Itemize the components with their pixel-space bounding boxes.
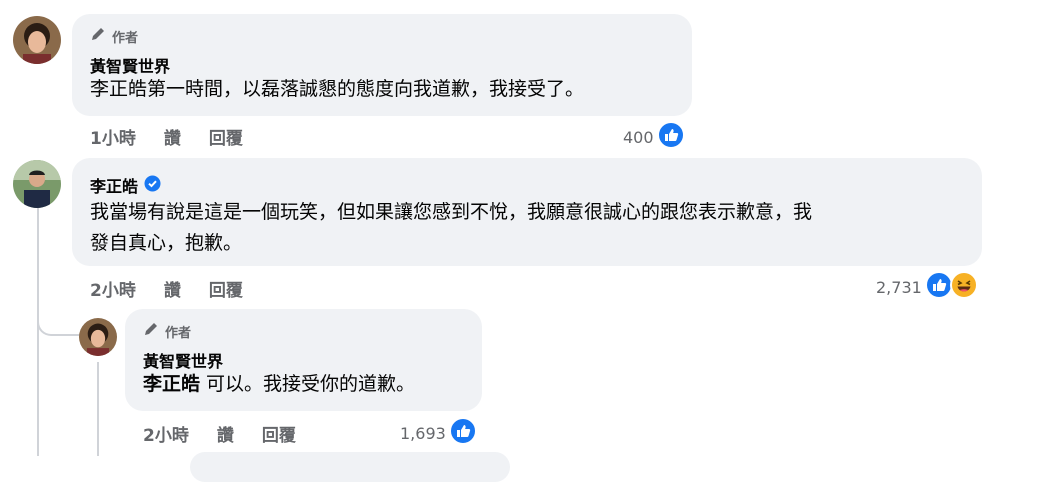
verified-badge-icon [144, 175, 161, 196]
reaction-count: 2,731 [876, 277, 922, 297]
author-badge-label: 作者 [165, 325, 192, 341]
thread-line [97, 362, 99, 456]
comment-text: 李正皓 可以。我接受你的道歉。 [143, 368, 415, 400]
thread-line [37, 208, 39, 456]
reply-button[interactable]: 回覆 [209, 276, 243, 301]
author-badge: 作者 [143, 321, 191, 341]
comment-time[interactable]: 2小時 [90, 276, 136, 301]
thread-connector [37, 314, 81, 336]
reaction-count: 400 [623, 127, 654, 147]
mention-link[interactable]: 李正皓 [143, 373, 200, 395]
like-icon [448, 417, 477, 449]
comment-time[interactable]: 1小時 [90, 124, 136, 149]
reaction-summary[interactable]: 400 [623, 121, 685, 153]
comment-actions: 1小時 讚 回覆 [90, 124, 243, 149]
reply-button[interactable]: 回覆 [209, 124, 243, 149]
comment-text-line-1: 我當場有說是這是一個玩笑，但如果讓您感到不悅，我願意很誠心的跟您表示歉意，我 [90, 201, 813, 223]
comment-author-name[interactable]: 李正皓 [90, 173, 138, 197]
reaction-summary[interactable]: 2,731 [876, 271, 978, 303]
comment-text-body: 可以。我接受你的道歉。 [200, 373, 416, 395]
comment-author-row: 李正皓 [90, 173, 161, 197]
reaction-count: 1,693 [400, 423, 446, 443]
comment-actions: 2小時 讚 回覆 [143, 421, 296, 446]
author-badge: 作者 [90, 26, 138, 46]
comment-time[interactable]: 2小時 [143, 421, 189, 446]
reply-button[interactable]: 回覆 [262, 421, 296, 446]
comment-text-line-2: 發自真心，抱歉。 [90, 232, 243, 254]
like-icon [656, 121, 685, 153]
like-button[interactable]: 讚 [164, 276, 181, 301]
comment-actions: 2小時 讚 回覆 [90, 276, 243, 301]
comment-bubble-partial [190, 452, 510, 482]
comment-text: 李正皓第一時間，以磊落誠懇的態度向我道歉，我接受了。 [90, 78, 585, 100]
pencil-icon [90, 26, 106, 46]
avatar[interactable] [79, 318, 117, 356]
like-icon [924, 271, 953, 303]
like-button[interactable]: 讚 [164, 124, 181, 149]
pencil-icon [143, 321, 159, 341]
avatar[interactable] [13, 16, 61, 64]
reaction-summary[interactable]: 1,693 [400, 417, 477, 449]
like-button[interactable]: 讚 [217, 421, 234, 446]
avatar[interactable] [13, 160, 61, 208]
haha-icon [949, 271, 978, 303]
author-badge-label: 作者 [112, 30, 139, 46]
